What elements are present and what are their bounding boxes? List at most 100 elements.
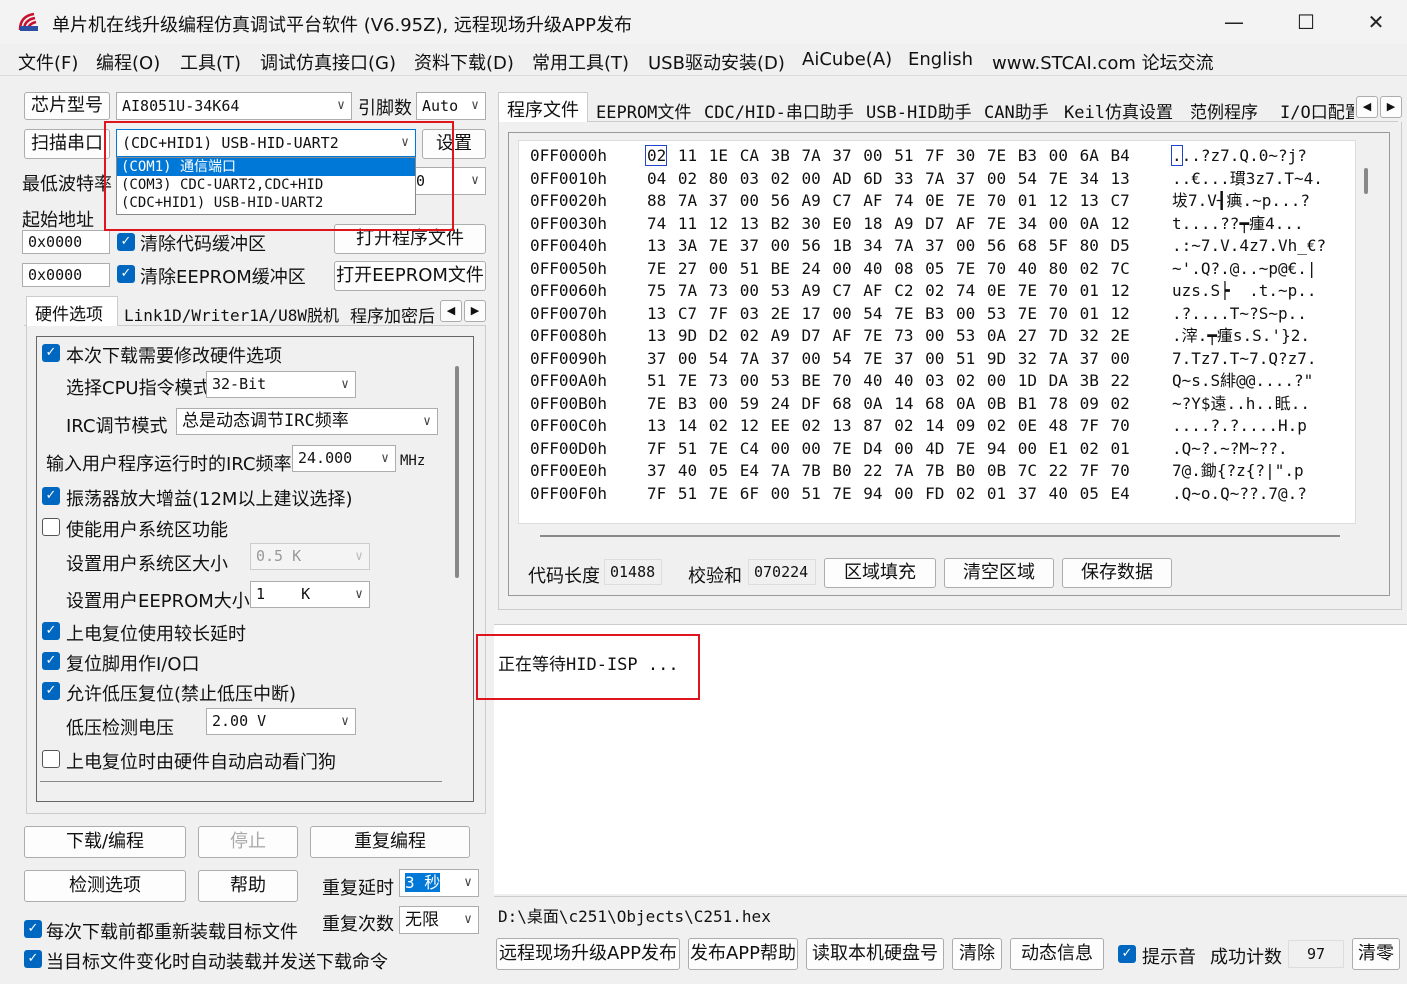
chip-model-select[interactable]: AI8051U-34K64 ∨ xyxy=(116,92,352,120)
scan-port-button[interactable]: 扫描串口 xyxy=(24,129,110,159)
hex-ascii[interactable]: ..€...瑻3z7.T~4. xyxy=(1172,168,1348,190)
menu-english[interactable]: English xyxy=(908,49,973,70)
lvd-select[interactable]: 2.00 V ∨ xyxy=(206,708,356,735)
help-button[interactable]: 帮助 xyxy=(198,870,298,902)
tab-program-file[interactable]: 程序文件 xyxy=(498,92,588,123)
download-button[interactable]: 下载/编程 xyxy=(24,826,186,858)
tab-scroll-right-icon[interactable]: ▶ xyxy=(464,300,486,322)
area-fill-button[interactable]: 区域填充 xyxy=(824,558,936,588)
dynamic-info-button[interactable]: 动态信息 xyxy=(1010,938,1104,970)
hex-bytes[interactable]: 13 9D D2 02 A9 D7 AF 7E 73 00 53 0A 27 7… xyxy=(647,325,1130,347)
clear-code-checkbox[interactable]: ✓ xyxy=(117,233,135,251)
eeprom-size-select[interactable]: 1 K ∨ xyxy=(250,581,370,608)
menu-aicube[interactable]: AiCube(A) xyxy=(802,49,892,70)
tab-offline[interactable]: Link1D/Writer1A/U8W脱机 xyxy=(124,302,339,326)
hex-hscroll[interactable] xyxy=(540,535,1340,537)
menu-common-tools[interactable]: 常用工具(T) xyxy=(532,49,629,75)
hex-bytes[interactable]: 37 00 54 7A 37 00 54 7E 37 00 51 9D 32 7… xyxy=(647,348,1130,370)
hex-ascii[interactable]: .滓.┯瘇s.S.'}2. xyxy=(1172,325,1348,347)
hex-ascii[interactable]: uzs.S┝ .t.~p.. xyxy=(1172,280,1348,302)
hex-bytes[interactable]: 13 C7 7F 03 2E 17 00 54 7E B3 00 53 7E 7… xyxy=(647,303,1130,325)
watchdog-checkbox[interactable]: ✓ xyxy=(42,750,60,768)
menu-download[interactable]: 资料下载(D) xyxy=(414,49,514,75)
reprogram-button[interactable]: 重复编程 xyxy=(310,826,470,858)
reload-each-checkbox[interactable]: ✓ xyxy=(24,920,42,938)
tab-encryption[interactable]: 程序加密后 xyxy=(350,302,438,327)
code-start-address-input[interactable]: 0x0000 xyxy=(22,230,110,254)
hex-bytes[interactable]: 51 7E 73 00 53 BE 70 40 40 03 02 00 1D D… xyxy=(647,370,1130,392)
user-sys-area-checkbox[interactable]: ✓ xyxy=(42,518,60,536)
check-options-button[interactable]: 检测选项 xyxy=(24,870,186,902)
hex-ascii[interactable]: Q~s.S緋@@....?" xyxy=(1172,370,1348,392)
long-reset-checkbox[interactable]: ✓ xyxy=(42,622,60,640)
menu-forum[interactable]: www.STCAI.com 论坛交流 xyxy=(992,49,1214,75)
hex-bytes[interactable]: 37 40 05 E4 7A 7B B0 22 7A 7B B0 0B 7C 2… xyxy=(647,460,1130,482)
menu-file[interactable]: 文件(F) xyxy=(18,49,78,75)
hex-ascii[interactable]: ...?z7.Q.0~?j? xyxy=(1172,145,1348,167)
hex-bytes[interactable]: 74 11 12 13 B2 30 E0 18 A9 D7 AF 7E 34 0… xyxy=(647,213,1130,235)
hex-ascii[interactable]: ~?Y$遠..h..眡.. xyxy=(1172,393,1348,415)
hex-ascii[interactable]: .Q~o.Q~??.7@.? xyxy=(1172,483,1348,505)
hw-scrollbar[interactable] xyxy=(455,366,459,578)
hex-ascii[interactable]: .:~7.V.4z7.Vh_€? xyxy=(1172,235,1348,257)
tab-keil-sim[interactable]: Keil仿真设置 xyxy=(1064,98,1173,123)
hex-bytes[interactable]: 75 7A 73 00 53 A9 C7 AF C2 02 74 0E 7E 7… xyxy=(647,280,1130,302)
hex-ascii[interactable]: 7@.鋤{?z{?|".p xyxy=(1172,460,1348,482)
menu-program[interactable]: 编程(O) xyxy=(96,49,160,75)
auto-reload-checkbox[interactable]: ✓ xyxy=(24,950,42,968)
hex-bytes[interactable]: 02 11 1E CA 3B 7A 37 00 51 7F 30 7E B3 0… xyxy=(647,145,1130,167)
open-eeprom-button[interactable]: 打开EEPROM文件 xyxy=(334,261,486,291)
tab-can[interactable]: CAN助手 xyxy=(984,98,1049,123)
menu-tools[interactable]: 工具(T) xyxy=(180,49,241,75)
hex-ascii[interactable]: .?....T~?S~p.. xyxy=(1172,303,1348,325)
stop-button[interactable]: 停止 xyxy=(198,826,298,858)
modify-hw-checkbox[interactable]: ✓ xyxy=(42,344,60,362)
tab-eeprom-file[interactable]: EEPROM文件 xyxy=(596,98,691,123)
hex-bytes[interactable]: 13 3A 7E 37 00 56 1B 34 7A 37 00 56 68 5… xyxy=(647,235,1130,257)
hex-bytes[interactable]: 7F 51 7E 6F 00 51 7E 94 00 FD 02 01 37 4… xyxy=(647,483,1130,505)
hex-bytes[interactable]: 7E 27 00 51 BE 24 00 40 08 05 7E 70 40 8… xyxy=(647,258,1130,280)
hex-vscroll[interactable] xyxy=(1364,168,1368,194)
hex-bytes[interactable]: 04 02 80 03 02 00 AD 6D 33 7A 37 00 54 7… xyxy=(647,168,1130,190)
hex-ascii[interactable]: ~'.Q?.@..~p@€.| xyxy=(1172,258,1348,280)
minimize-button[interactable]: — xyxy=(1212,6,1256,38)
menu-debug[interactable]: 调试仿真接口(G) xyxy=(260,49,396,75)
repeat-delay-select[interactable]: 3 秒 ∨ xyxy=(399,869,479,897)
tab-scroll-left-icon[interactable]: ◀ xyxy=(440,300,462,322)
clear-log-button[interactable]: 清除 xyxy=(952,938,1002,970)
hex-ascii[interactable]: ....?.?....H.p xyxy=(1172,415,1348,437)
reset-io-checkbox[interactable]: ✓ xyxy=(42,652,60,670)
tab-scroll-right-icon[interactable]: ▶ xyxy=(1380,96,1402,118)
hex-ascii[interactable]: t....??┯瘇4... xyxy=(1172,213,1348,235)
tab-scroll-left-icon[interactable]: ◀ xyxy=(1356,96,1378,118)
read-disk-button[interactable]: 读取本机硬盘号 xyxy=(806,938,944,970)
clear-area-button[interactable]: 清空区域 xyxy=(944,558,1054,588)
hex-bytes[interactable]: 13 14 02 12 EE 02 13 87 02 14 09 02 0E 4… xyxy=(647,415,1130,437)
tab-cdc-hid-serial[interactable]: CDC/HID-串口助手 xyxy=(704,98,854,123)
cpu-mode-select[interactable]: 32-Bit ∨ xyxy=(206,371,356,398)
save-data-button[interactable]: 保存数据 xyxy=(1062,558,1172,588)
irc-mode-select[interactable]: 总是动态调节IRC频率 ∨ xyxy=(176,408,438,435)
menu-usb-driver[interactable]: USB驱动安装(D) xyxy=(648,49,785,75)
reset-count-button[interactable]: 清零 xyxy=(1352,938,1400,970)
hex-bytes[interactable]: 7F 51 7E C4 00 00 7E D4 00 4D 7E 94 00 E… xyxy=(647,438,1130,460)
tab-usb-hid[interactable]: USB-HID助手 xyxy=(866,98,972,123)
remote-publish-button[interactable]: 远程现场升级APP发布 xyxy=(496,938,680,970)
sound-checkbox[interactable]: ✓ xyxy=(1118,945,1136,963)
hex-ascii[interactable]: 坺7.V┨痶.~p...? xyxy=(1172,190,1348,212)
maximize-button[interactable]: ☐ xyxy=(1284,6,1328,38)
tab-io-config[interactable]: I/O口配置 xyxy=(1280,98,1354,123)
publish-help-button[interactable]: 发布APP帮助 xyxy=(688,938,798,970)
clear-eeprom-checkbox[interactable]: ✓ xyxy=(117,265,135,283)
sys-size-select[interactable]: 0.5 K ∨ xyxy=(250,543,370,570)
eeprom-start-address-input[interactable]: 0x0000 xyxy=(22,263,110,287)
hex-ascii[interactable]: .Q~?.~?M~??. xyxy=(1172,438,1348,460)
repeat-count-select[interactable]: 无限 ∨ xyxy=(399,906,479,934)
hex-bytes[interactable]: 7E B3 00 59 24 DF 68 0A 14 68 0A 0B B1 7… xyxy=(647,393,1130,415)
hex-ascii[interactable]: 7.Tz7.T~7.Q?z7. xyxy=(1172,348,1348,370)
tab-examples[interactable]: 范例程序 xyxy=(1190,98,1258,123)
irc-freq-select[interactable]: 24.000 ∨ xyxy=(292,445,396,472)
lvr-checkbox[interactable]: ✓ xyxy=(42,682,60,700)
tab-hw-options[interactable]: 硬件选项 xyxy=(26,296,118,326)
pin-count-select[interactable]: Auto ∨ xyxy=(416,92,486,120)
